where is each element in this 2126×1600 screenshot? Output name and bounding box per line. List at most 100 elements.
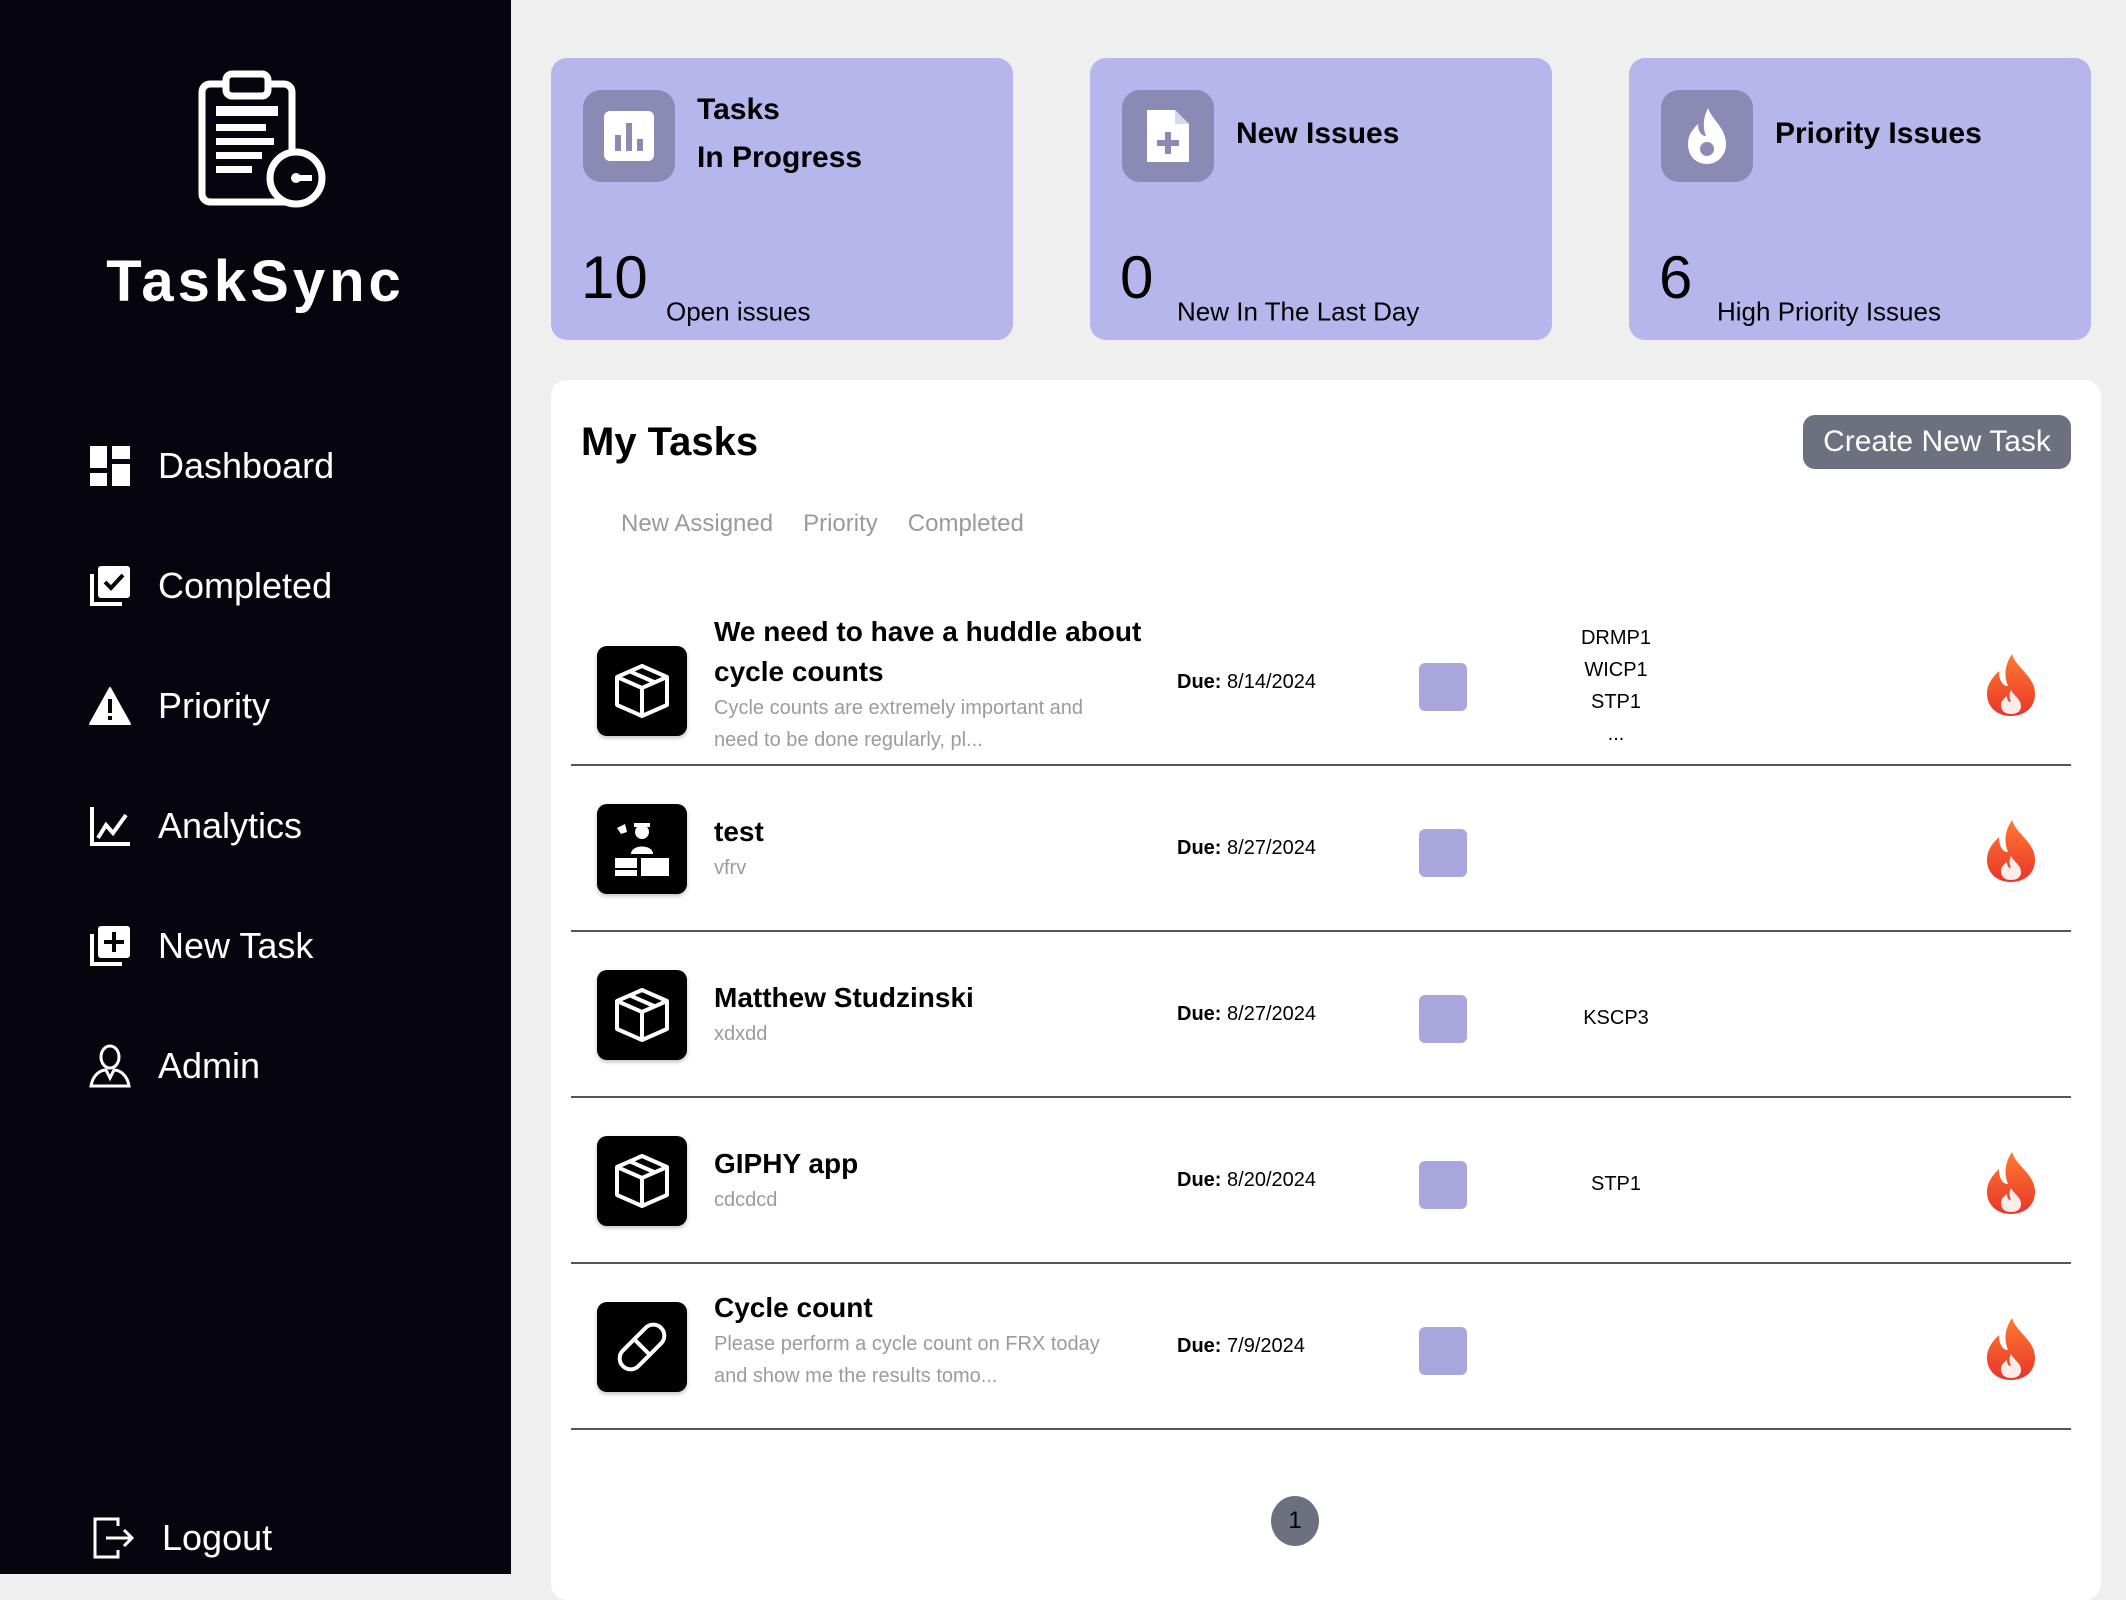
sidebar: TaskSync Dashboard Completed Priority An… [0,0,511,1574]
task-title: Matthew Studzinski [714,982,974,1013]
box-icon [597,646,687,736]
due-value: 8/27/2024 [1227,837,1316,859]
worker-icon [597,804,687,894]
task-due-date: Due: 7/9/2024 [1177,1335,1305,1358]
sidebar-item-analytics[interactable]: Analytics [88,796,302,856]
task-text: test vfrv [714,812,1154,884]
task-description: Please perform a cycle count on FRX toda… [714,1333,1100,1355]
sidebar-item-label: Analytics [158,805,303,846]
task-title: GIPHY app [714,1148,859,1179]
box-icon [597,1136,687,1226]
tab-priority[interactable]: Priority [803,510,878,538]
status-indicator[interactable] [1419,1161,1467,1209]
task-description: vfrv [714,857,747,879]
task-text: We need to have a huddle about cycle cou… [714,612,1154,756]
tag: DRMP1 [1580,627,1651,649]
dashboard-icon [88,444,132,488]
flame-icon [1661,90,1753,182]
task-description: xdxdd [714,1023,768,1045]
task-text: GIPHY app cdcdcd [714,1144,1154,1216]
bar-chart-icon [583,90,675,182]
status-indicator[interactable] [1419,995,1467,1043]
task-row[interactable]: GIPHY app cdcdcd Due: 8/20/2024 STP1 [571,1098,2071,1264]
task-due-date: Due: 8/20/2024 [1177,1169,1316,1192]
logout-label: Logout [162,1517,273,1558]
tab-completed[interactable]: Completed [908,510,1024,538]
sidebar-item-admin[interactable]: Admin [88,1036,260,1096]
stat-title: New Issues [1236,117,1400,150]
sidebar-item-label: Completed [158,565,333,606]
stat-value: 10 [581,244,648,311]
add-task-icon [88,924,132,968]
due-label: Due: [1177,671,1222,693]
due-label: Due: [1177,1003,1222,1025]
task-tags: DRMP1 WICP1 STP1 ... [1531,622,1701,750]
completed-check-icon [88,564,132,608]
task-tags: STP1 [1531,1168,1701,1200]
stat-title: In Progress [697,141,863,174]
warning-icon [88,684,132,728]
fire-priority-icon [1987,820,2035,882]
main-content: Tasks In Progress 10 Open issues New Iss… [511,0,2126,1600]
logout-button[interactable]: Logout [92,1508,272,1568]
stat-value: 6 [1659,244,1693,311]
task-due-date: Due: 8/27/2024 [1177,837,1316,860]
status-indicator[interactable] [1419,663,1467,711]
fire-priority-icon [1987,654,2035,716]
task-description: need to be done regularly, pl... [714,729,983,751]
tag: KSCP3 [1583,1007,1649,1029]
tag: STP1 [1590,691,1642,713]
pagination-page-button[interactable]: 1 [1271,1496,1319,1546]
sidebar-item-label: Priority [158,685,271,726]
stat-value: 0 [1120,244,1154,311]
task-title: cycle counts [714,656,884,687]
analytics-chart-icon [88,804,132,848]
stat-card-tasks-in-progress[interactable]: Tasks In Progress 10 Open issues [551,58,1013,340]
task-title: test [714,816,764,847]
task-text: Matthew Studzinski xdxdd [714,978,1154,1050]
task-row[interactable]: Matthew Studzinski xdxdd Due: 8/27/2024 … [571,932,2071,1098]
stat-subtitle: High Priority Issues [1717,296,1941,327]
tag: WICP1 [1584,659,1648,681]
task-row[interactable]: Cycle count Please perform a cycle count… [571,1264,2071,1430]
create-new-task-button[interactable]: Create New Task [1803,415,2071,469]
sidebar-item-completed[interactable]: Completed [88,556,332,616]
task-tabs: New Assigned Priority Completed [621,510,1024,538]
task-due-date: Due: 8/27/2024 [1177,1003,1316,1026]
due-label: Due: [1177,1335,1222,1357]
fire-priority-icon [1987,1152,2035,1214]
box-icon [597,970,687,1060]
task-tags: KSCP3 [1531,1002,1701,1034]
admin-user-icon [88,1044,132,1088]
app-name: TaskSync [106,249,405,314]
stat-card-new-issues[interactable]: New Issues 0 New In The Last Day [1090,58,1552,340]
status-indicator[interactable] [1419,1327,1467,1375]
task-description: cdcdcd [714,1189,778,1211]
sidebar-item-new-task[interactable]: New Task [88,916,313,976]
sidebar-item-priority[interactable]: Priority [88,676,270,736]
stat-subtitle: Open issues [666,296,811,327]
tag: STP1 [1590,1173,1642,1195]
panel-title: My Tasks [581,420,759,464]
task-due-date: Due: 8/14/2024 [1177,671,1316,694]
sidebar-item-label: Dashboard [158,445,335,486]
fire-priority-icon [1987,1318,2035,1380]
task-row[interactable]: We need to have a huddle about cycle cou… [571,600,2071,766]
logout-icon [92,1516,136,1560]
stat-card-priority-issues[interactable]: Priority Issues 6 High Priority Issues [1629,58,2091,340]
task-title: We need to have a huddle about [714,616,1142,647]
task-row[interactable]: test vfrv Due: 8/27/2024 [571,766,2071,932]
sidebar-item-label: Admin [158,1045,261,1086]
task-text: Cycle count Please perform a cycle count… [714,1288,1154,1392]
tab-new-assigned[interactable]: New Assigned [621,510,773,538]
due-label: Due: [1177,1169,1222,1191]
due-label: Due: [1177,837,1222,859]
stat-subtitle: New In The Last Day [1177,296,1420,327]
status-indicator[interactable] [1419,829,1467,877]
sidebar-item-dashboard[interactable]: Dashboard [88,436,334,496]
due-value: 8/20/2024 [1227,1169,1316,1191]
stat-title: Tasks [697,93,780,126]
pill-icon [597,1302,687,1392]
due-value: 8/27/2024 [1227,1003,1316,1025]
task-description: Cycle counts are extremely important and [714,697,1084,719]
